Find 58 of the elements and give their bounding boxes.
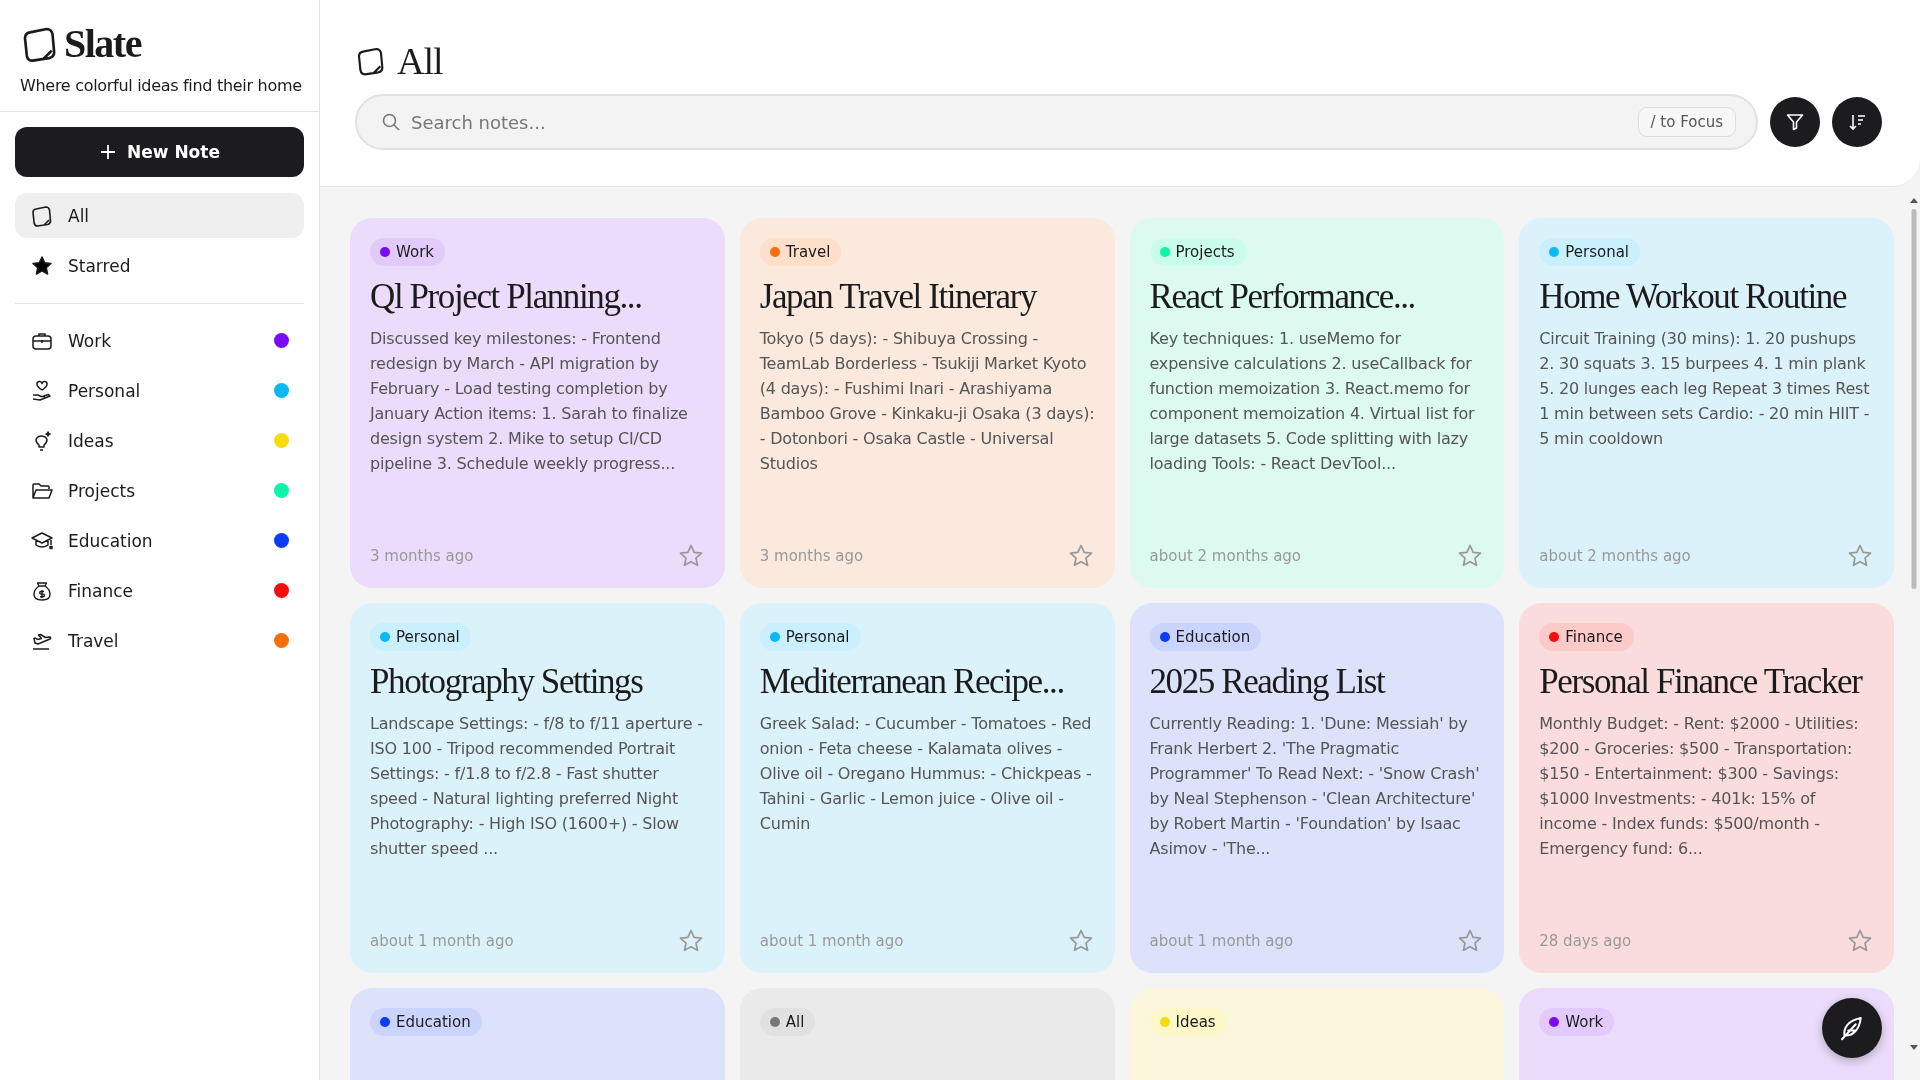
note-preview: Circuit Training (30 mins): 1. 20 pushups 2. 30 squats 3. 15 burpees 4. 1 min plank 5. 20 lunges each leg Repeat 3 times Rest 1 min between sets Cardio: - 20 min HIIT - 5 min cooldown <box>1539 328 1871 450</box>
page-title: All <box>397 42 443 80</box>
filter-icon <box>1785 112 1805 132</box>
sidebar-item[interactable]: Travel <box>15 618 304 663</box>
note-date: about 2 months ago <box>1149 547 1302 565</box>
sort-icon <box>1847 112 1867 132</box>
note-preview: Tokyo (5 days): - Shibuya Crossing - TeamLab Borderless - Tsukiji Market Kyoto (4 days): - Fushimi Inari - Arashiyama Bamboo Grove - Kinkaku-ji Osaka (3 days): - Dotonbori - Osaka Castle - Universal Studios <box>759 328 1095 475</box>
note-date: 3 months ago <box>370 547 474 565</box>
note-date: 28 days ago <box>1539 932 1632 950</box>
category-tag[interactable]: Travel <box>759 238 842 266</box>
sidebar-item[interactable]: Personal <box>15 368 304 413</box>
search-icon <box>381 112 401 132</box>
category-tag[interactable]: Ideas <box>1149 1008 1227 1036</box>
note-date: about 1 month ago <box>759 932 904 950</box>
category-tag[interactable]: Work <box>1539 1008 1615 1036</box>
sidebar-item[interactable]: All <box>15 193 304 238</box>
plus-icon <box>99 143 117 161</box>
note-preview: Greek Salad: - Cucumber - Tomatoes - Red onion - Feta cheese - Kalamata olives - Olive oil - Oregano Hummus: - Chickpeas - Tahini - Garlic - Lemon juice - Olive oil - Cumin <box>759 713 1093 835</box>
sidebar-item[interactable]: Finance <box>15 568 304 613</box>
note-title: 2025 Reading List <box>1149 661 1386 703</box>
category-tag[interactable]: All <box>759 1008 816 1036</box>
category-tag[interactable]: Education <box>370 1008 482 1036</box>
note-preview: Currently Reading: 1. 'Dune: Messiah' by Frank Herbert 2. 'The Pragmatic Programmer' To Read Next: - 'Snow Crash' by Neal Stephenson - 'Clean Architecture' by Robert Martin - 'Foundation' by Isaac Asimov - 'The... <box>1149 713 1481 860</box>
sidebar-item[interactable]: Ideas <box>15 418 304 463</box>
note-title: React Performance... <box>1149 276 1416 318</box>
note-title: Mediterranean Recipe... <box>759 661 1065 703</box>
sidebar-item[interactable]: Projects <box>15 468 304 513</box>
note-preview: Key techniques: 1. useMemo for expensive calculations 2. useCallback for function memoization 3. React.memo for component memoization 4. Virtual list for large datasets 5. Code splitting with lazy loading Tools: - React DevTool... <box>1149 328 1476 475</box>
sidebar-item[interactable]: Work <box>15 318 304 363</box>
note-title: Ql Project Planning... <box>370 276 643 318</box>
note-icon <box>30 203 54 228</box>
sort-button[interactable] <box>1832 97 1882 147</box>
star-icon <box>30 253 54 278</box>
category-tag[interactable]: Finance <box>1539 623 1634 651</box>
note-title: Home Workout Routine <box>1539 276 1848 318</box>
personal-icon <box>30 378 54 403</box>
category-tag[interactable]: Personal <box>370 623 471 651</box>
sidebar-item[interactable]: Starred <box>15 243 304 288</box>
note-title: Personal Finance Tracker <box>1539 661 1863 703</box>
new-note-button[interactable]: New Note <box>15 127 304 177</box>
category-tag[interactable]: Education <box>1149 623 1262 651</box>
note-date: 3 months ago <box>759 547 864 565</box>
note-date: about 2 months ago <box>1539 547 1691 565</box>
shortcut-hint: / to Focus <box>1637 107 1736 137</box>
filter-button[interactable] <box>1770 97 1820 147</box>
note-preview: Discussed key milestones: - Frontend redesign by March - API migration by February - Load testing completion by January Action items: 1. Sarah to finalize design system 2. Mike to setup CI/CD pipeline 3. Schedule weekly progress... <box>370 328 689 475</box>
category-tag[interactable]: Work <box>370 238 445 266</box>
sidebar-item[interactable]: Education <box>15 518 304 563</box>
note-title: Japan Travel Itinerary <box>759 276 1038 318</box>
note-date: about 1 month ago <box>1149 932 1294 950</box>
note-date: about 1 month ago <box>370 932 514 950</box>
category-tag[interactable]: Projects <box>1149 238 1246 266</box>
app-logo: Slate <box>64 24 141 64</box>
note-title: Photography Settings <box>370 661 644 703</box>
note-preview: Monthly Budget: - Rent: $2000 - Utilities: $200 - Groceries: $500 - Transportation: $150 - Entertainment: $300 - Savings: $1000 Investments: - 401k: 15% of income - Index funds: $500/month - Emergency fund: 6... <box>1539 713 1860 860</box>
note-preview: Landscape Settings: - f/8 to f/11 aperture - ISO 100 - Tripod recommended Portrait Settings: - f/1.8 to f/2.8 - Fast shutter speed - Natural lighting preferred Night Photography: - High ISO (1600+) - Slow shutter speed ... <box>370 713 704 860</box>
category-tag[interactable]: Personal <box>1539 238 1640 266</box>
category-tag[interactable]: Personal <box>759 623 861 651</box>
